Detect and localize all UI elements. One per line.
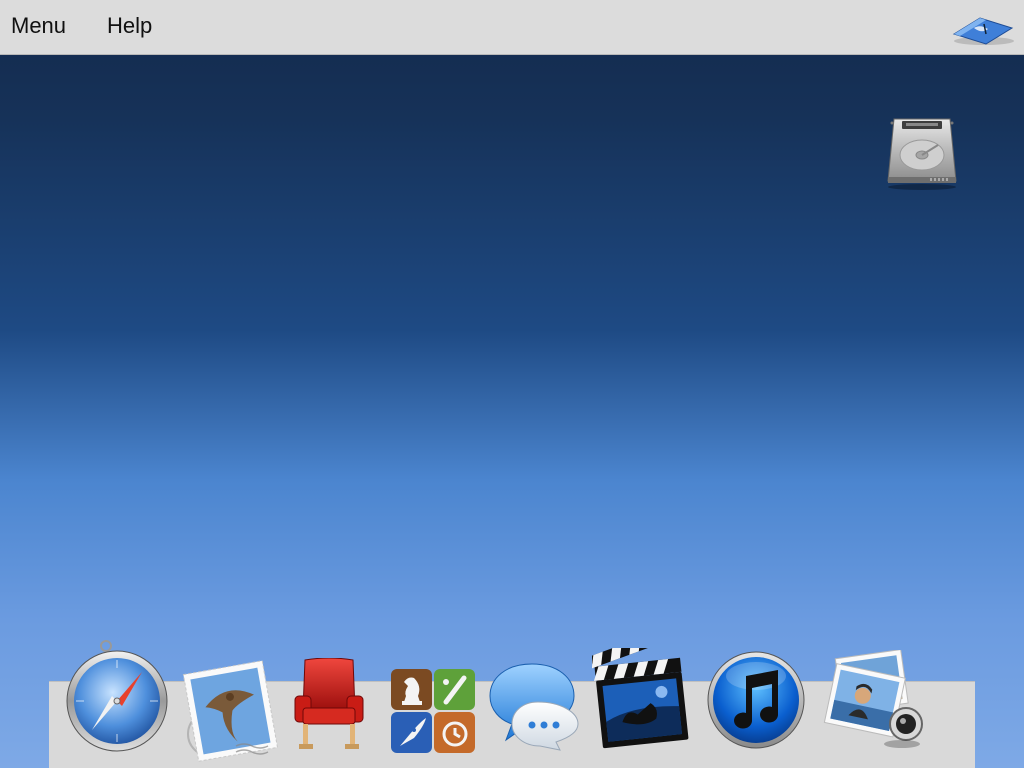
menu-bar: Menu Help: [0, 0, 1024, 55]
safari-compass-icon[interactable]: [64, 640, 170, 752]
messages-bubble-icon[interactable]: [488, 662, 580, 752]
red-chair-icon[interactable]: [293, 658, 365, 752]
menu-menu[interactable]: Menu: [11, 13, 66, 39]
hard-drive-icon[interactable]: [884, 115, 960, 191]
finder-icon[interactable]: [950, 14, 1016, 46]
game-center-icon[interactable]: [390, 668, 476, 754]
preview-photos-icon[interactable]: [822, 650, 930, 750]
imovie-clapper-icon[interactable]: [592, 648, 692, 750]
mail-stamp-icon[interactable]: [176, 658, 280, 762]
itunes-note-icon[interactable]: [706, 650, 806, 750]
menu-help[interactable]: Help: [107, 13, 152, 39]
